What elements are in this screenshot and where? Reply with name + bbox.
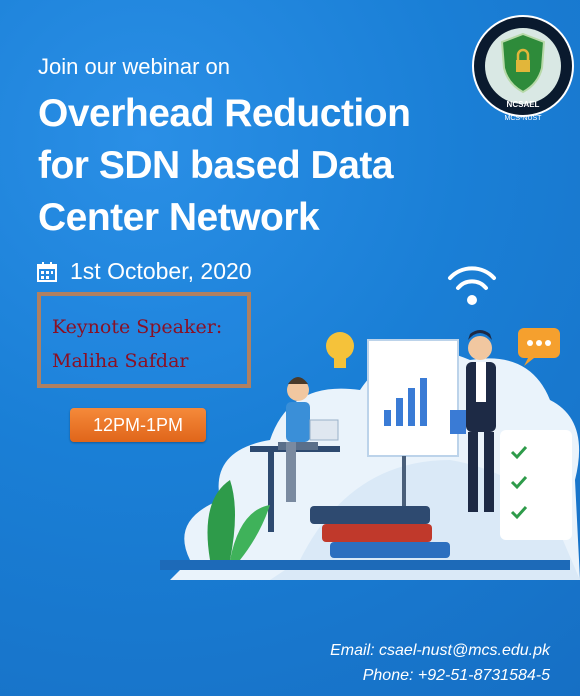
logo-name: NCSAEL xyxy=(507,100,540,109)
title-line: Overhead Reduction xyxy=(38,92,411,135)
logo-sub: MCS-NUST xyxy=(505,115,543,122)
lightbulb-icon xyxy=(326,332,354,368)
chat-bubble-icon xyxy=(518,328,560,366)
intro-text: Join our webinar on xyxy=(38,54,231,79)
ncsael-logo: NCSAEL MCS-NUST xyxy=(472,15,574,122)
wifi-icon xyxy=(448,266,496,305)
contact-email: Email: csael-nust@mcs.edu.pk xyxy=(330,642,550,659)
webinar-poster: Join our webinar on Overhead Reduction f… xyxy=(0,0,580,696)
title-line: Center Network xyxy=(38,196,320,239)
webinar-title: Overhead Reduction for SDN based Data Ce… xyxy=(38,88,411,244)
contact-info: Email: csael-nust@mcs.edu.pk Phone: +92-… xyxy=(330,638,550,688)
contact-phone: Phone: +92-51-8731584-5 xyxy=(362,667,550,684)
illustration xyxy=(160,266,580,580)
title-line: for SDN based Data xyxy=(38,144,394,187)
calendar-icon xyxy=(37,261,57,282)
checklist-icon xyxy=(500,430,572,540)
